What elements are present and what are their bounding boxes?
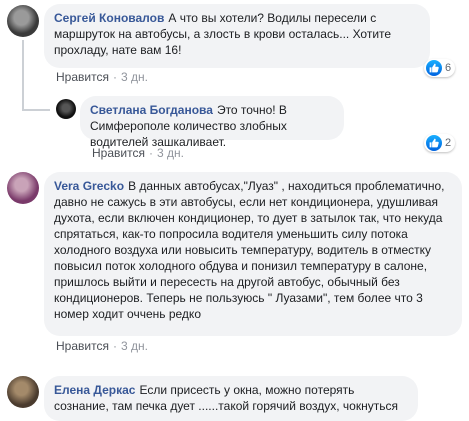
avatar[interactable] (7, 5, 39, 37)
timestamp[interactable]: 3 дн. (121, 339, 148, 353)
like-reaction-icon (426, 135, 442, 151)
comment-author[interactable]: Сергей Коновалов (54, 11, 164, 25)
avatar[interactable] (7, 172, 39, 204)
like-reaction-icon (426, 60, 442, 76)
timestamp[interactable]: 3 дн. (157, 146, 184, 160)
comment-meta: Нравится · 3 дн. (56, 339, 148, 353)
comment-bubble: Светлана Богданова Это точно! В Симферопо… (80, 96, 344, 149)
like-link[interactable]: Нравится (56, 70, 109, 84)
thread-connector (22, 40, 24, 110)
comment-bubble: Vera Grecko В данных автобусах,"Луаз" , н… (44, 172, 462, 336)
reaction-count: 2 (445, 137, 452, 149)
comment-author[interactable]: Светлана Богданова (90, 103, 213, 117)
comment-bubble: Сергей Коновалов А что вы хотели? Водилы … (44, 4, 430, 68)
avatar[interactable] (7, 376, 39, 408)
like-link[interactable]: Нравится (56, 339, 109, 353)
reaction-count: 6 (445, 62, 452, 74)
thread-connector (22, 109, 50, 111)
reaction-count-badge[interactable]: 6 (424, 59, 456, 77)
avatar[interactable] (56, 99, 76, 119)
comment-meta: Нравится · 3 дн. (56, 70, 148, 84)
like-link[interactable]: Нравится (92, 146, 145, 160)
comment-bubble: Елена Деркас Если присесть у окна, можно … (44, 376, 418, 421)
comment-author[interactable]: Vera Grecko (54, 179, 124, 193)
comment-text: В данных автобусах,"Луаз" , находиться п… (54, 179, 445, 321)
timestamp[interactable]: 3 дн. (121, 70, 148, 84)
comment-author[interactable]: Елена Деркас (54, 383, 135, 397)
reaction-count-badge[interactable]: 2 (424, 134, 456, 152)
comment-meta: Нравится · 3 дн. (92, 146, 184, 160)
